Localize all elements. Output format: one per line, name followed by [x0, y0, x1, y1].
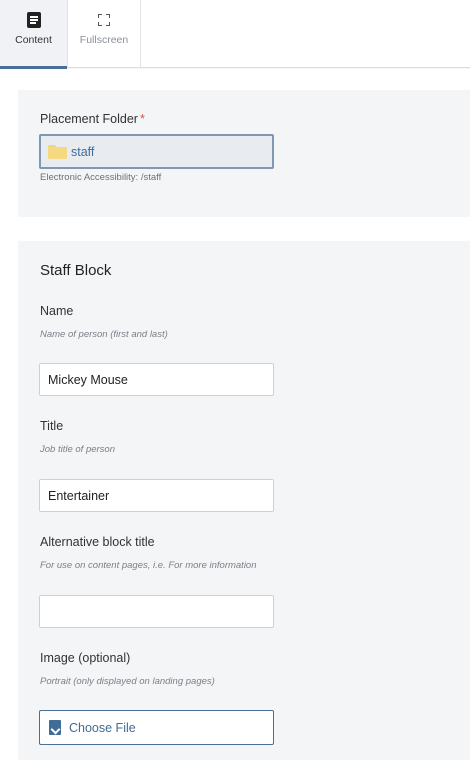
expand-icon	[96, 12, 112, 28]
required-marker: *	[139, 112, 145, 126]
name-label: Name	[40, 304, 74, 318]
image-file-icon	[49, 720, 61, 735]
document-icon	[26, 12, 42, 28]
tab-fullscreen[interactable]: Fullscreen	[68, 0, 141, 68]
placement-folder-label-text: Placement Folder	[40, 112, 138, 126]
name-input[interactable]	[39, 363, 274, 396]
editor-toolbar: Content Fullscreen	[0, 0, 470, 69]
folder-name: staff	[71, 144, 95, 159]
title-help: Job title of person	[40, 444, 115, 455]
alt-title-label: Alternative block title	[40, 535, 155, 549]
placement-folder-label: Placement Folder *	[40, 112, 145, 126]
choose-file-label: Choose File	[69, 720, 136, 735]
section-title: Staff Block	[40, 262, 112, 279]
placement-folder-chooser[interactable]: staff	[39, 134, 274, 169]
title-label: Title	[40, 419, 64, 433]
tab-content[interactable]: Content	[0, 0, 68, 69]
name-help: Name of person (first and last)	[40, 329, 168, 340]
alt-title-input[interactable]	[39, 595, 274, 628]
folder-icon	[48, 144, 67, 159]
tab-content-label: Content	[15, 34, 52, 46]
title-input[interactable]	[39, 479, 274, 512]
choose-file-button[interactable]: Choose File	[39, 710, 274, 745]
placement-path: Electronic Accessibility: /staff	[40, 172, 162, 183]
image-label: Image (optional)	[40, 651, 131, 665]
tab-fullscreen-label: Fullscreen	[79, 34, 129, 46]
alt-title-help: For use on content pages, i.e. For more …	[40, 560, 257, 571]
image-help: Portrait (only displayed on landing page…	[40, 676, 215, 687]
